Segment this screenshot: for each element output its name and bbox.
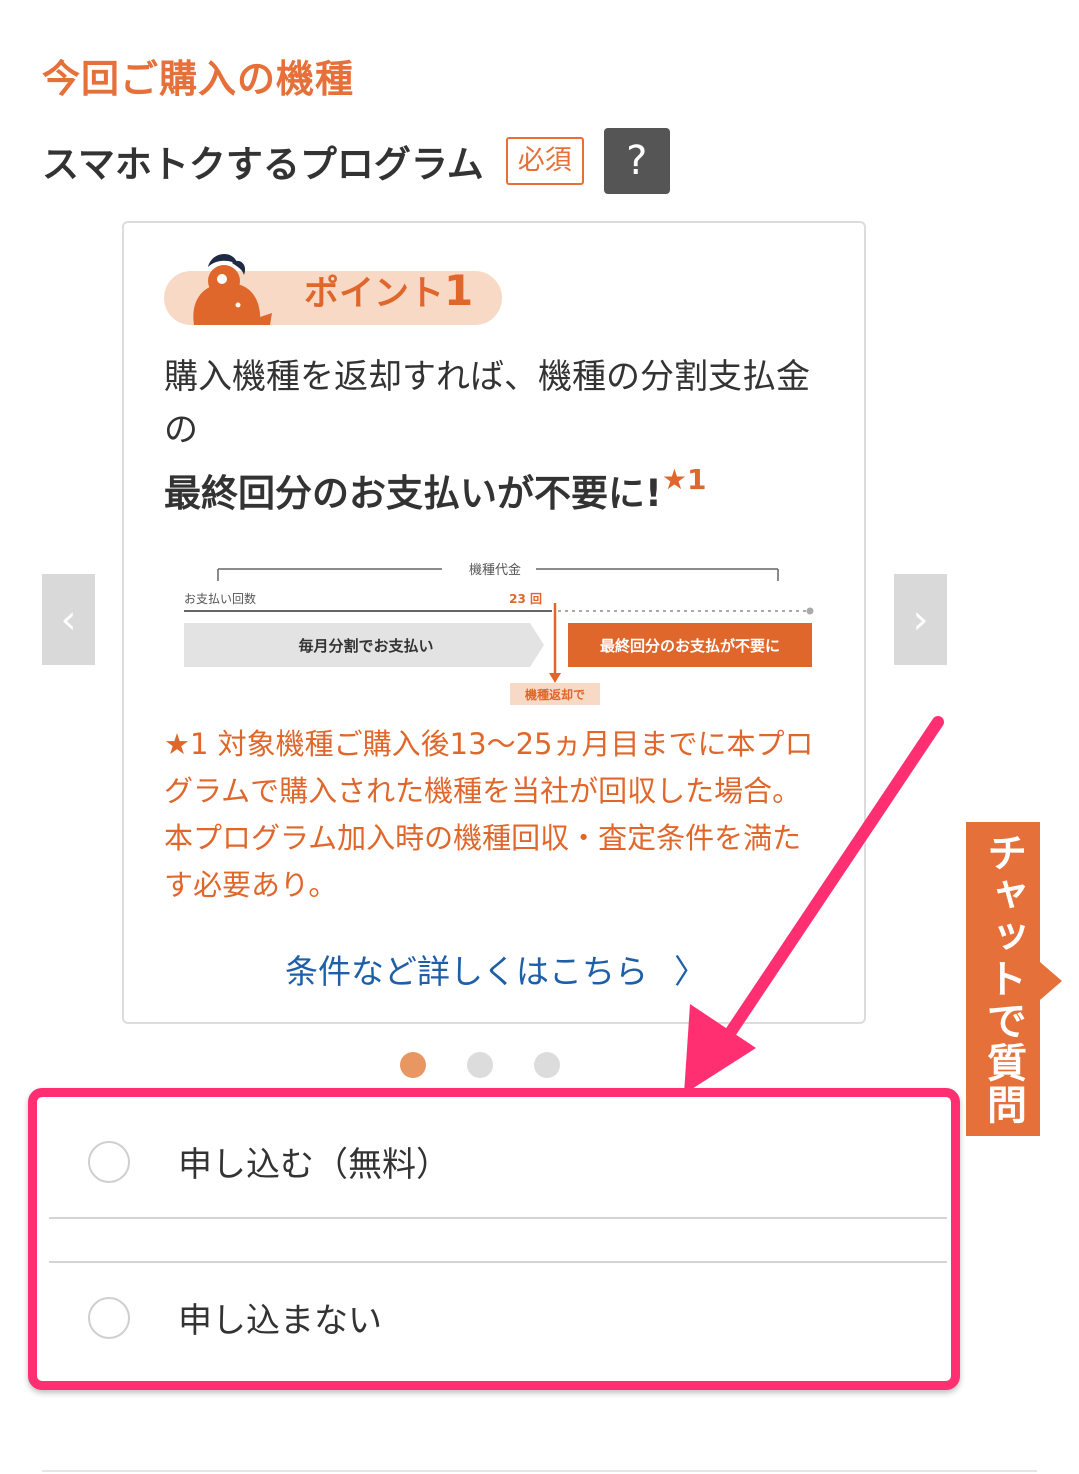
chat-tab[interactable]: チャットで質問	[966, 822, 1040, 1136]
chevron-right-icon: 〉	[674, 952, 707, 991]
carousel-dots	[400, 1052, 560, 1078]
diagram-right-bar: 最終回分のお支払が不要に	[600, 637, 780, 655]
divider	[49, 1261, 947, 1263]
detail-link[interactable]: 条件など詳しくはこちら〉	[124, 945, 868, 993]
chevron-right-icon: ›	[912, 596, 929, 643]
chat-tab-arrow	[1040, 962, 1062, 1000]
diagram-left-bar: 毎月分割でお支払い	[298, 637, 433, 655]
point-badge: ポイント1	[164, 247, 502, 327]
section-title: 今回ご購入の機種	[42, 57, 355, 101]
footnote: ★1 対象機種ご購入後13〜25ヵ月目までに本プログラムで購入された機種を当社が…	[164, 727, 814, 902]
point-label: ポイント1	[304, 266, 474, 315]
carousel-dot[interactable]	[534, 1052, 560, 1078]
required-badge: 必須	[505, 136, 584, 186]
option-decline-label: 申し込まない	[178, 1301, 382, 1341]
payment-diagram: 機種代金 お支払い回数 23 回 毎月分割でお支払い 最終回分のお支払が不要に …	[184, 562, 814, 705]
carousel-prev-button[interactable]: ‹	[42, 574, 95, 665]
diagram-count-label: お支払い回数	[184, 591, 256, 606]
carousel-dot[interactable]	[467, 1052, 493, 1078]
diagram-top-label: 機種代金	[469, 562, 521, 578]
help-button[interactable]: ?	[603, 128, 670, 194]
option-apply-label: 申し込む（無料）	[178, 1145, 450, 1185]
card-description: 購入機種を返却すれば、機種の分割支払金の	[164, 357, 810, 450]
divider	[49, 1217, 947, 1219]
carousel-dot[interactable]	[400, 1052, 426, 1078]
chevron-left-icon: ‹	[60, 596, 77, 643]
program-header: スマホトクするプログラム 必須 ?	[42, 128, 670, 194]
diagram-count-value: 23 回	[509, 592, 542, 606]
diagram-return-label: 機種返却で	[525, 687, 585, 702]
carousel-next-button[interactable]: ›	[894, 574, 947, 665]
card-emphasis: 最終回分のお支払いが不要に!★1	[164, 463, 707, 515]
program-title: スマホトクするプログラム	[42, 143, 484, 186]
radio-apply[interactable]	[88, 1140, 130, 1183]
divider	[42, 1470, 1037, 1472]
radio-decline[interactable]	[88, 1296, 130, 1339]
application-options: 申し込む（無料） 申し込まない	[28, 1088, 960, 1390]
carousel-card: ポイント1 購入機種を返却すれば、機種の分割支払金の 最終回分のお支払いが不要に…	[122, 221, 866, 1024]
option-apply[interactable]: 申し込む（無料）	[49, 1137, 947, 1186]
option-decline[interactable]: 申し込まない	[49, 1293, 947, 1342]
